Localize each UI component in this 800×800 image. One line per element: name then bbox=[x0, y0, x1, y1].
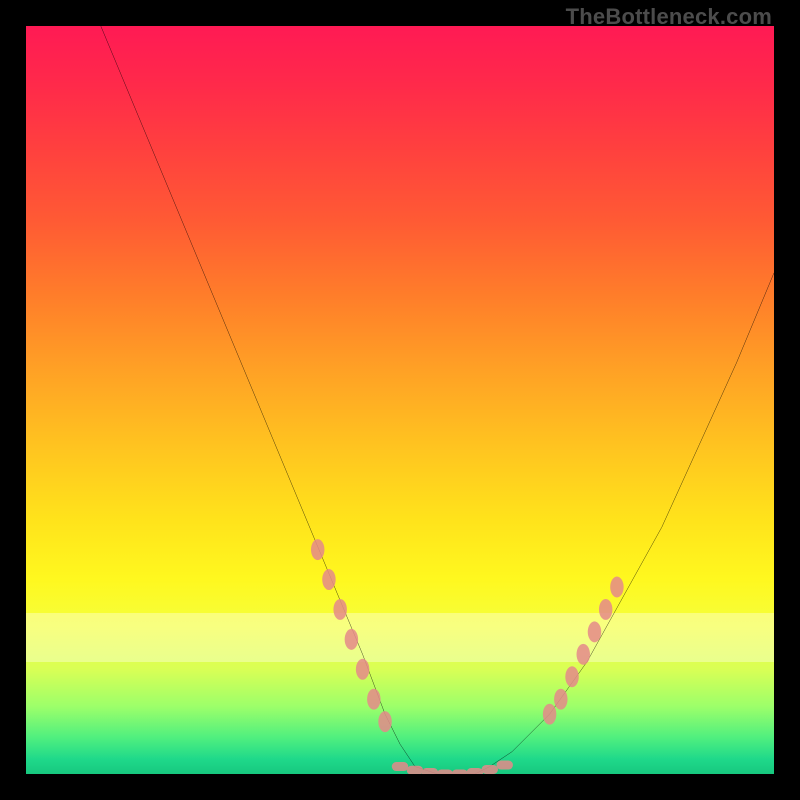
marker-dash bbox=[482, 765, 498, 774]
marker-dot bbox=[554, 689, 567, 710]
marker-dot bbox=[367, 689, 380, 710]
marker-dot bbox=[543, 704, 556, 725]
chart-stage: TheBottleneck.com bbox=[0, 0, 800, 800]
watermark-text: TheBottleneck.com bbox=[566, 4, 772, 30]
series-soft-markers-bottom bbox=[392, 761, 513, 774]
marker-dot bbox=[599, 599, 612, 620]
marker-dash bbox=[452, 770, 468, 774]
marker-dash bbox=[437, 770, 453, 774]
marker-dot bbox=[588, 621, 601, 642]
series-soft-markers-right bbox=[543, 577, 624, 725]
marker-dot bbox=[333, 599, 346, 620]
marker-dot bbox=[322, 569, 335, 590]
chart-svg bbox=[26, 26, 774, 774]
marker-dot bbox=[565, 666, 578, 687]
curve-path bbox=[101, 26, 774, 774]
marker-dot bbox=[345, 629, 358, 650]
marker-dash bbox=[422, 768, 438, 774]
series-curve bbox=[101, 26, 774, 774]
marker-dash bbox=[496, 761, 512, 770]
marker-dot bbox=[311, 539, 324, 560]
chart-plot-area bbox=[26, 26, 774, 774]
series-soft-markers-left bbox=[311, 539, 392, 732]
marker-dash bbox=[467, 768, 483, 774]
marker-dot bbox=[356, 659, 369, 680]
marker-dash bbox=[392, 762, 408, 771]
marker-dash bbox=[407, 766, 423, 774]
marker-dot bbox=[577, 644, 590, 665]
marker-dot bbox=[610, 577, 623, 598]
marker-dot bbox=[378, 711, 391, 732]
